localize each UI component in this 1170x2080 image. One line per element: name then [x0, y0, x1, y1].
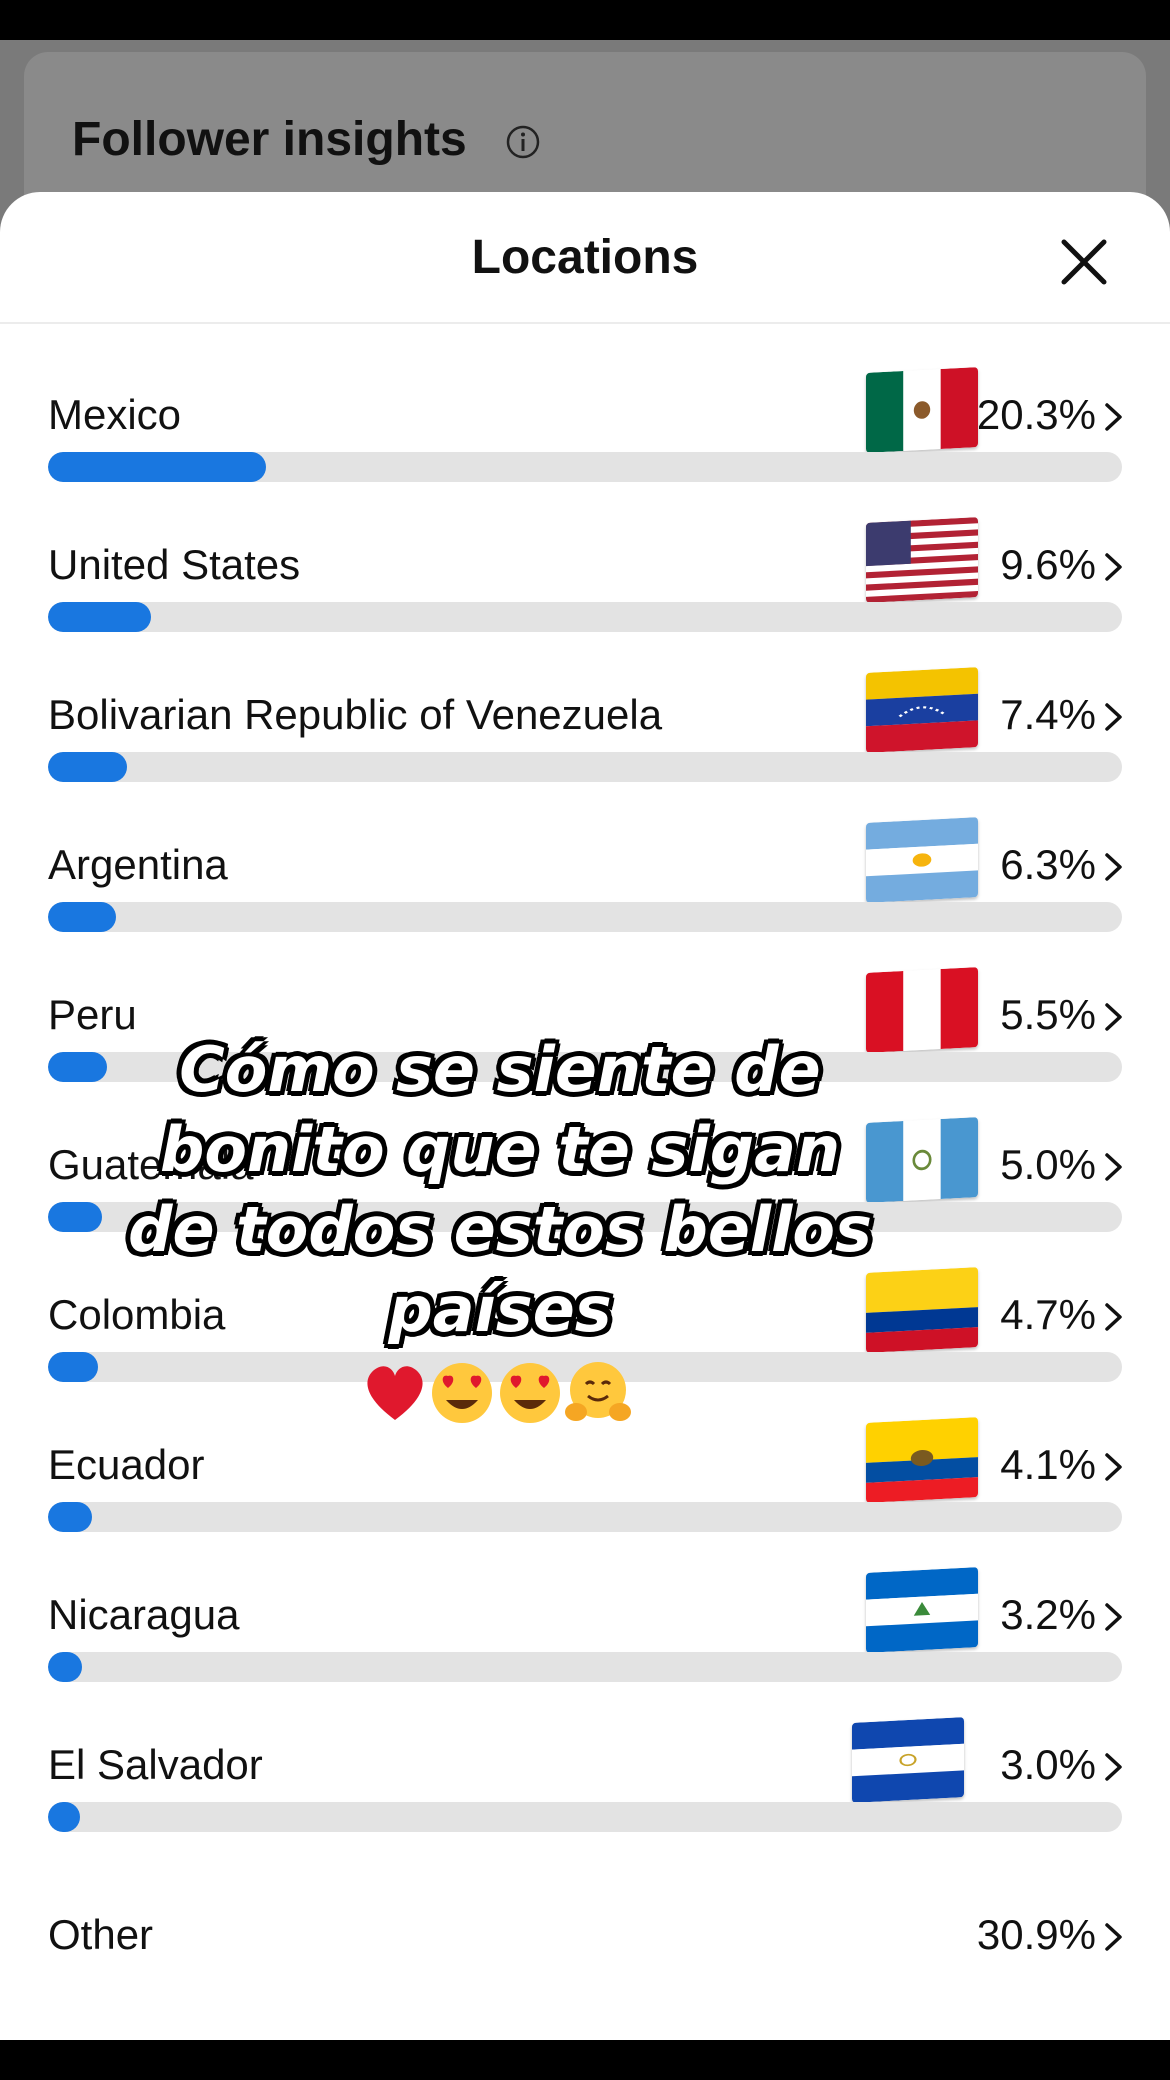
chevron-right-icon [1105, 1753, 1122, 1781]
percent-bar-fill [48, 902, 116, 932]
info-icon[interactable] [505, 124, 541, 160]
chevron-right-icon [1105, 553, 1122, 581]
home-indicator-bar [0, 2040, 1170, 2080]
chevron-right-icon [1105, 853, 1122, 881]
percent-bar-track [48, 902, 1122, 932]
flag-argentina-icon [866, 817, 978, 903]
chevron-right-icon [1105, 1303, 1122, 1331]
percent-bar-track [48, 1652, 1122, 1682]
location-percent: 20.3% [976, 391, 1096, 438]
follower-insights-title: Follower insights [72, 113, 467, 166]
flag-peru-icon [866, 967, 978, 1053]
chevron-right-icon [1105, 1603, 1122, 1631]
location-row[interactable]: Bolivarian Republic of Venezuela 7.4% [0, 667, 1170, 840]
flag-united-states-icon [866, 517, 978, 603]
percent-bar-fill [48, 1652, 83, 1682]
location-name: Ecuador [48, 1441, 205, 1488]
location-row[interactable]: Mexico 20.3% [0, 367, 1170, 540]
location-name: United States [48, 541, 301, 588]
flag-colombia-icon [866, 1267, 978, 1353]
location-percent: 5.5% [1000, 991, 1096, 1038]
percent-bar-fill [48, 1802, 81, 1832]
location-name: Other [48, 1911, 154, 1958]
percent-bar-track [48, 1502, 1122, 1532]
chevron-right-icon [1105, 1453, 1122, 1481]
chevron-right-icon [1105, 403, 1122, 431]
chevron-right-icon [1105, 1003, 1122, 1031]
chevron-right-icon [1105, 1923, 1122, 1951]
percent-bar-track [48, 752, 1122, 782]
location-name: Bolivarian Republic of Venezuela [48, 691, 663, 738]
location-percent: 30.9% [976, 1911, 1096, 1958]
percent-bar-fill [48, 1502, 93, 1532]
flag-guatemala-icon [866, 1117, 978, 1203]
percent-bar-fill [48, 452, 267, 482]
location-row-other[interactable]: Other 30.9% [0, 1910, 1170, 2040]
location-percent: 6.3% [1000, 841, 1096, 888]
location-percent: 9.6% [1000, 541, 1096, 588]
percent-bar-fill [48, 1352, 99, 1382]
percent-bar-fill [48, 752, 128, 782]
location-row[interactable]: El Salvador 3.0% [0, 1717, 1170, 1890]
percent-bar-fill [48, 602, 152, 632]
percent-bar-track [48, 1802, 1122, 1832]
location-name: Argentina [48, 841, 228, 888]
location-name: El Salvador [48, 1741, 263, 1788]
percent-bar-track [48, 602, 1122, 632]
location-percent: 5.0% [1000, 1141, 1096, 1188]
flag-el-salvador-icon [852, 1717, 964, 1803]
sheet-header: Locations [0, 192, 1170, 324]
percent-bar-fill [48, 1202, 102, 1232]
chevron-right-icon [1105, 703, 1122, 731]
location-percent: 4.7% [1000, 1291, 1096, 1338]
location-row[interactable]: United States 9.6% [0, 517, 1170, 690]
percent-bar-fill [48, 1052, 108, 1082]
flag-ecuador-icon [866, 1417, 978, 1503]
location-name: Nicaragua [48, 1591, 240, 1638]
flag-venezuela-icon [866, 667, 978, 753]
location-percent: 7.4% [1000, 691, 1096, 738]
location-row[interactable]: Argentina 6.3% [0, 817, 1170, 990]
location-percent: 3.2% [1000, 1591, 1096, 1638]
close-icon[interactable] [1056, 234, 1112, 290]
flag-mexico-icon [866, 367, 978, 453]
percent-bar-track [48, 452, 1122, 482]
hugging-face-emoji [565, 1362, 631, 1421]
overlay-caption: Cómo se siente de bonito que te sigan de… [128, 1033, 872, 1346]
flag-nicaragua-icon [866, 1567, 978, 1653]
chevron-right-icon [1105, 1153, 1122, 1181]
location-percent: 4.1% [1000, 1441, 1096, 1488]
status-bar [0, 0, 1170, 40]
location-row[interactable]: Nicaragua 3.2% [0, 1567, 1170, 1740]
heart-eyes-face-emoji [432, 1363, 492, 1423]
location-percent: 3.0% [1000, 1741, 1096, 1788]
location-row[interactable]: Ecuador 4.1% [0, 1417, 1170, 1590]
location-name: Mexico [48, 391, 182, 438]
heart-eyes-face-emoji [500, 1363, 560, 1423]
sheet-title: Locations [471, 231, 699, 284]
emoji-row [367, 1362, 631, 1423]
red-heart-emoji [367, 1366, 423, 1420]
